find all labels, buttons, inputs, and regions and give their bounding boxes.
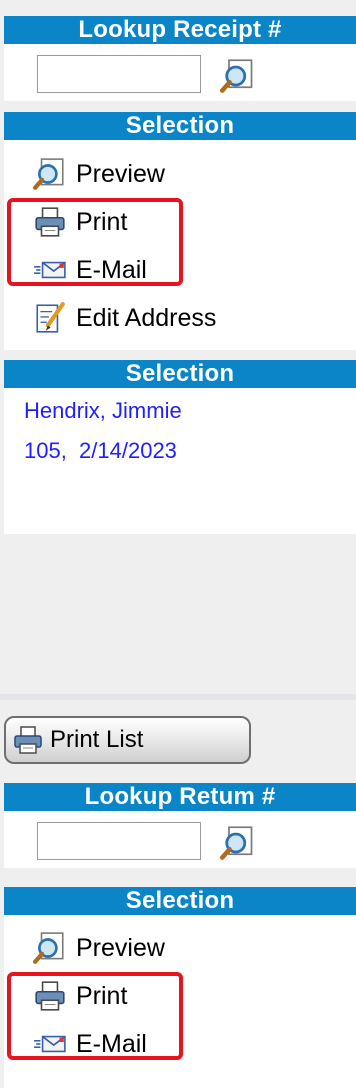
lookup-receipt-header: Lookup Receipt # [4, 16, 356, 45]
magnifier-icon [220, 58, 256, 94]
print-list-button[interactable]: Print List [4, 716, 251, 764]
lookup-return-header: Lookup Retum # [4, 783, 356, 812]
customer-name: Hendrix, Jimmie [24, 398, 182, 423]
selection-info-header: Selection [4, 360, 356, 389]
section-divider [0, 694, 356, 700]
return-print-email-highlight-box [7, 972, 183, 1060]
printer-icon [12, 724, 44, 756]
return-number-input[interactable] [37, 822, 201, 860]
return-preview-label: Preview [76, 933, 165, 962]
preview-magnifier-icon [30, 928, 70, 968]
receipt-search-button[interactable] [220, 58, 256, 94]
preview-magnifier-icon [30, 154, 70, 194]
return-preview-action[interactable]: Preview [30, 928, 165, 968]
receipt-line: 105, 2/14/2023 [24, 438, 177, 463]
return-search-button[interactable] [220, 825, 256, 861]
edit-address-action[interactable]: Edit Address [30, 298, 216, 338]
edit-pencil-icon [30, 298, 70, 338]
print-email-highlight-box [7, 198, 183, 286]
receipt-number-input[interactable] [37, 55, 201, 93]
selection-header: Selection [4, 112, 356, 141]
magnifier-icon [220, 825, 256, 861]
preview-label: Preview [76, 159, 165, 188]
return-selection-header: Selection [4, 887, 356, 916]
edit-address-label: Edit Address [76, 303, 217, 332]
preview-action[interactable]: Preview [30, 154, 165, 194]
print-list-label: Print List [50, 726, 144, 753]
